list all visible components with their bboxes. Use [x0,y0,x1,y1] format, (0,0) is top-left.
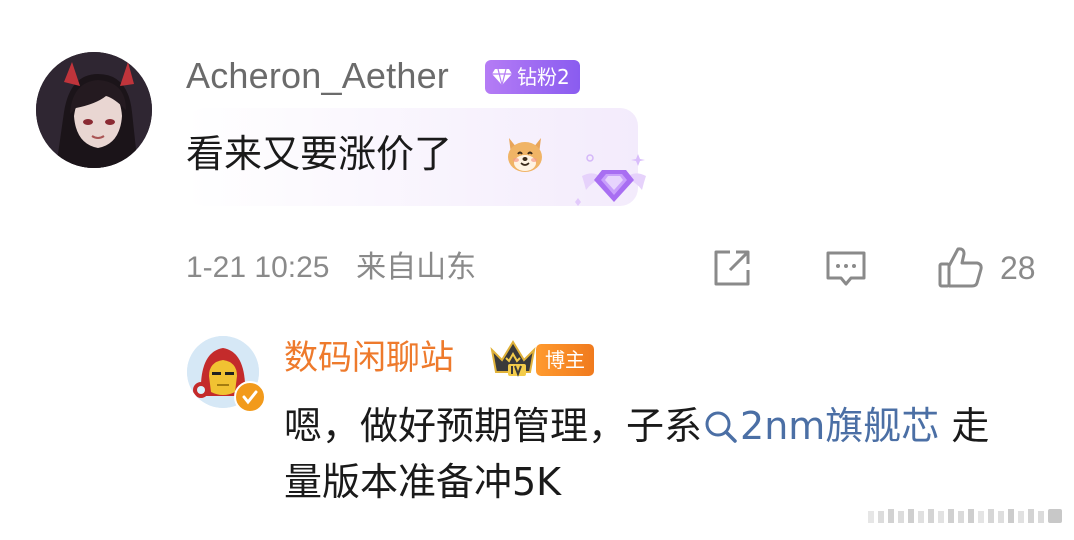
topic-link[interactable]: 2nm旗舰芯 [702,404,939,448]
verified-badge-icon [234,381,266,413]
reply-text: 嗯，做好预期管理，子系 2nm旗舰芯 走量版本准备冲5K [284,398,1024,510]
crown-level-icon [488,338,538,380]
like-count: 28 [1000,250,1036,286]
user-avatar[interactable] [36,52,152,168]
reply-username[interactable]: 数码闲聊站 [284,336,454,380]
comment-icon[interactable] [824,246,868,290]
dog-face-emoji [503,132,547,176]
diamond-wings-decoration [572,148,656,208]
comment-username[interactable]: Acheron_Aether [186,56,449,96]
share-icon[interactable] [710,246,754,290]
reply-text-prefix: 嗯，做好预期管理，子系 [284,404,703,448]
fan-level-badge-label: 钻粉2 [517,65,570,89]
diamond-icon [492,68,512,86]
fan-level-badge[interactable]: 钻粉2 [485,60,580,94]
scroll-indicator [864,503,1066,529]
topic-link-label: 2nm旗舰芯 [740,404,940,448]
like-icon[interactable] [936,244,983,288]
search-icon [702,404,740,443]
comment-timestamp: 1-21 10:25 [186,251,330,284]
blogger-badge[interactable]: 博主 [536,344,594,376]
comment-text: 看来又要涨价了 [186,132,453,176]
comment-location: 来自山东 [356,251,477,284]
avatar-portrait-image [36,52,152,168]
comment-meta: 1-21 10:25 来自山东 [186,250,476,286]
